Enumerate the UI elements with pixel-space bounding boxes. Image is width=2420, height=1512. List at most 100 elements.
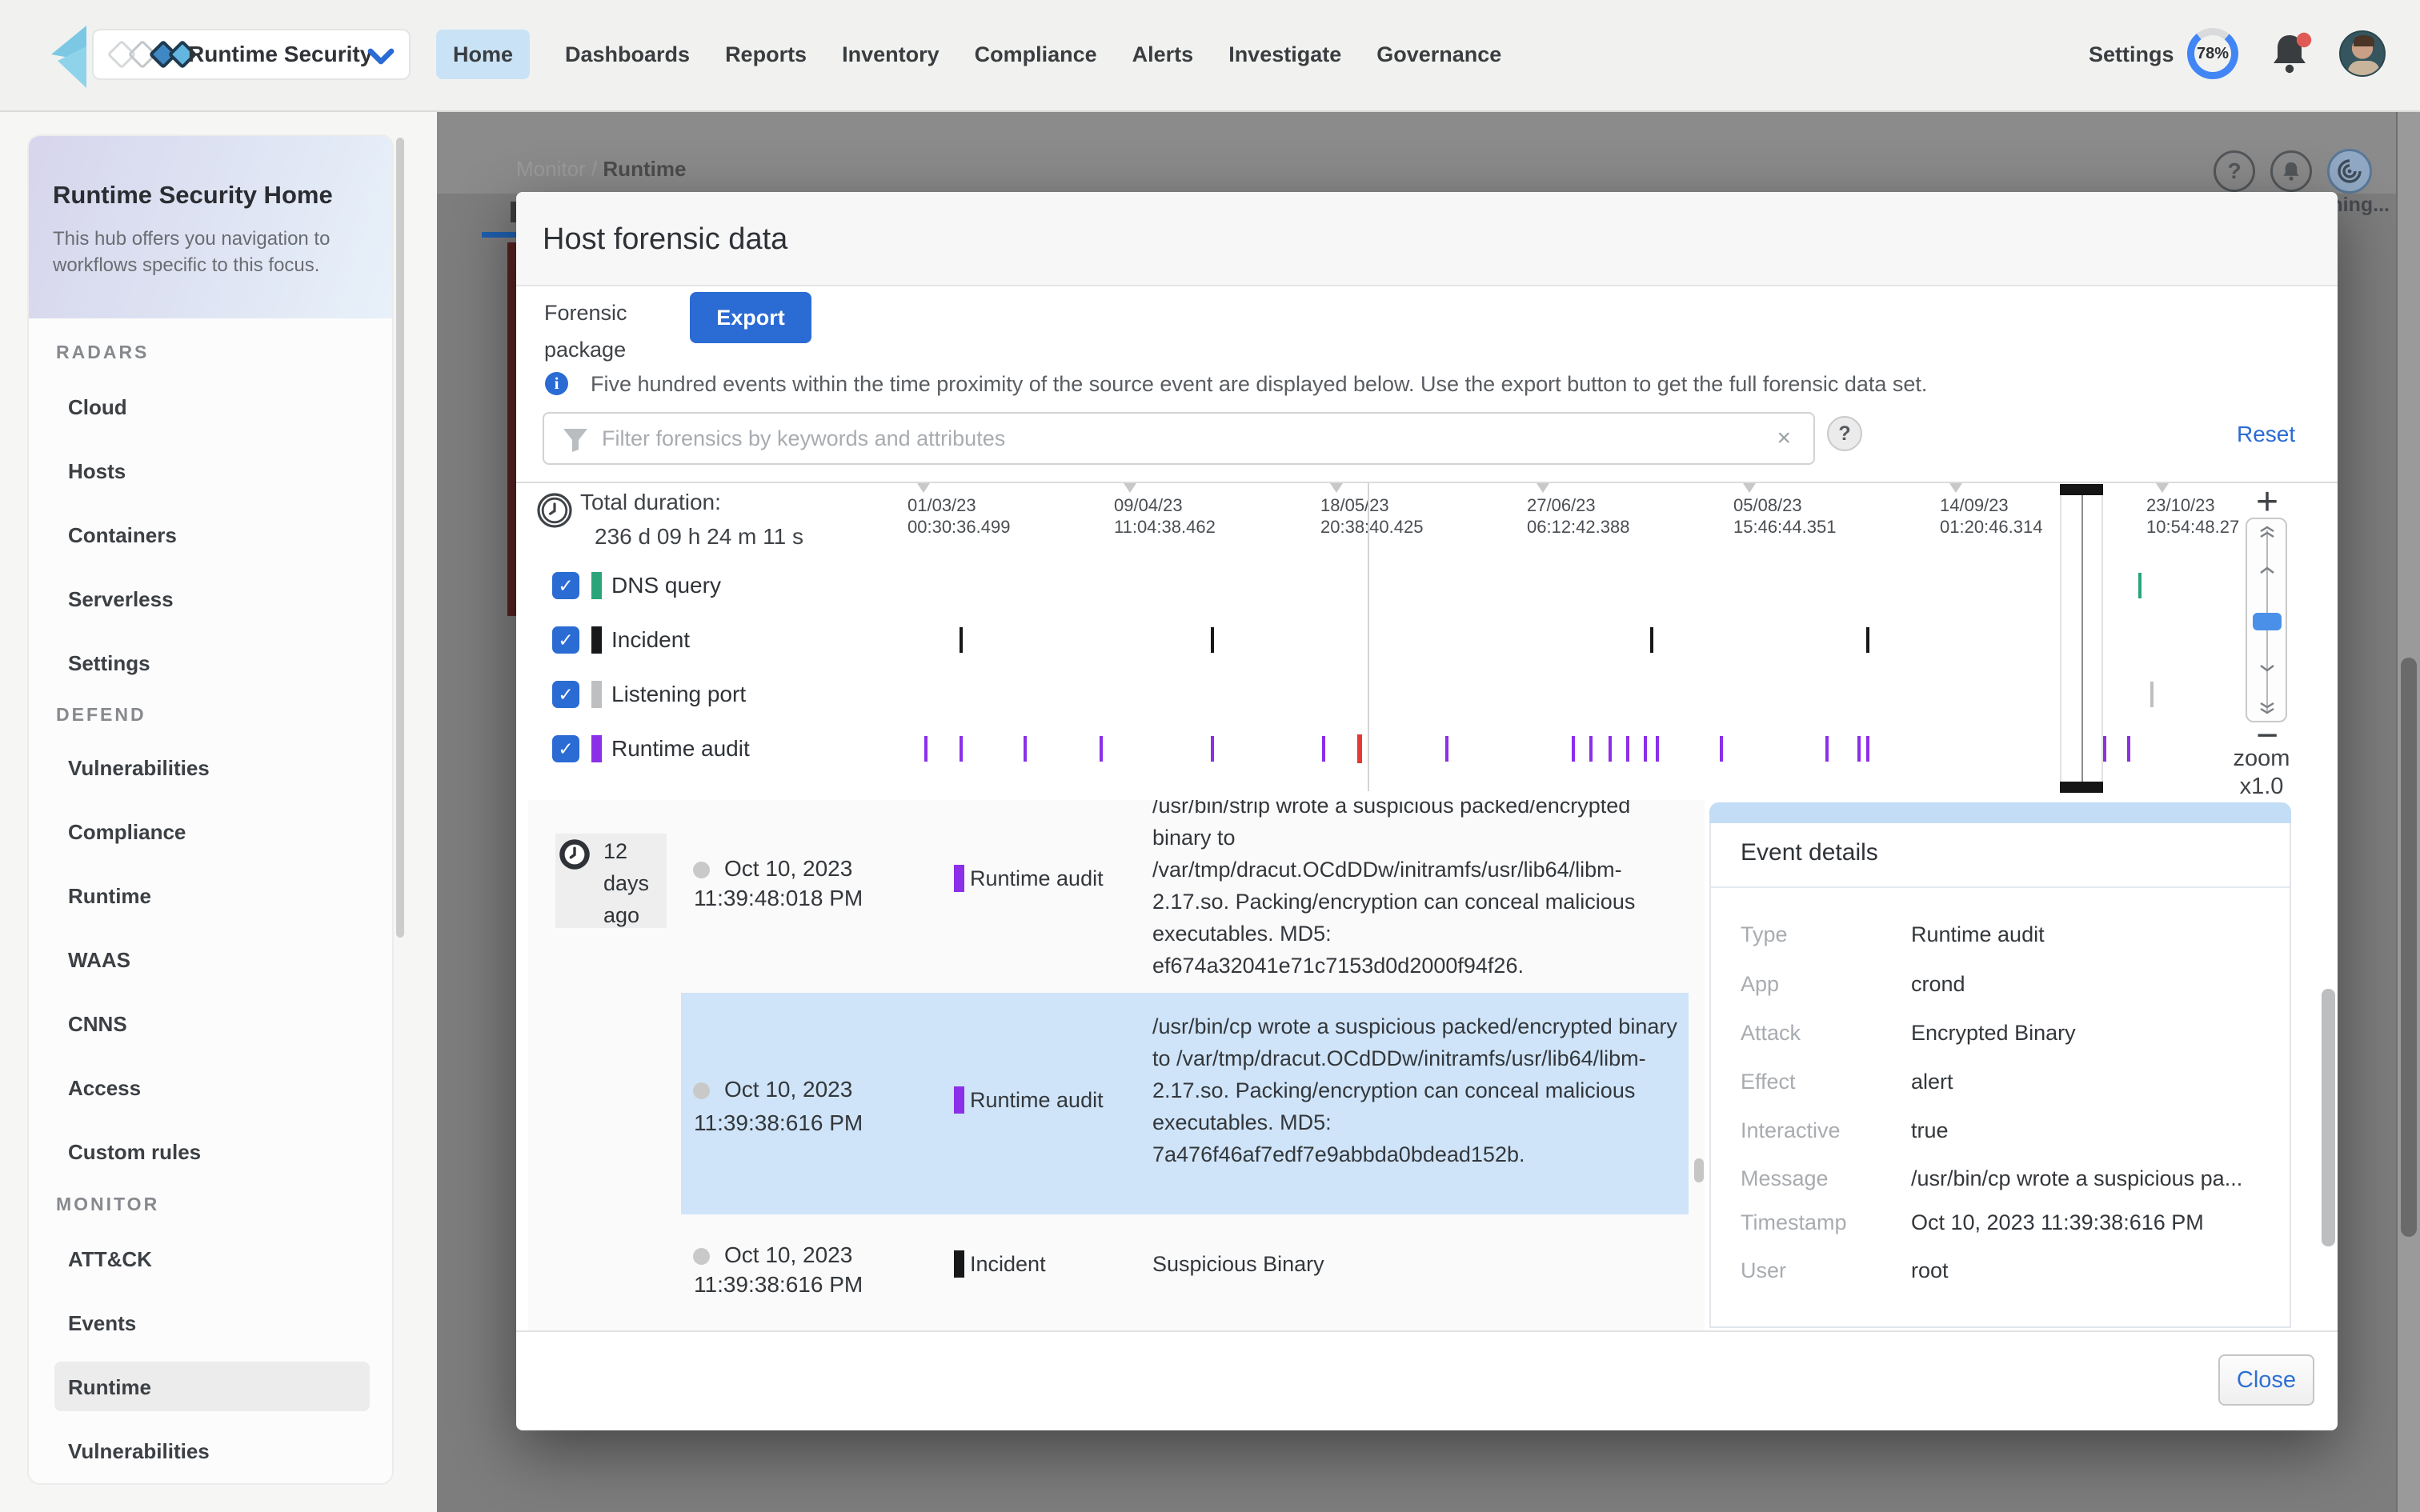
event-time: 11:39:38:616 PM bbox=[694, 1110, 863, 1136]
filter-input[interactable] bbox=[602, 417, 1738, 460]
help-icon[interactable]: ? bbox=[2214, 150, 2255, 192]
page-scrollbar-thumb[interactable] bbox=[2401, 658, 2417, 1237]
scanning-spinner-icon bbox=[2327, 149, 2372, 194]
list-scrollbar-thumb[interactable] bbox=[1694, 1158, 1704, 1182]
timeline-date-label: 18/05/2320:38:40.425 bbox=[1320, 494, 1423, 538]
timeline-event-tick bbox=[1100, 736, 1103, 762]
notifications-bell-icon[interactable] bbox=[2265, 29, 2314, 78]
nav-item-reports[interactable]: Reports bbox=[725, 30, 807, 79]
selection-handle-top[interactable] bbox=[2060, 484, 2103, 495]
sidebar-item-custom-rules[interactable]: Custom rules bbox=[68, 1140, 201, 1165]
timeline-tick-marker bbox=[1537, 483, 1549, 493]
detail-value-effect: alert bbox=[1911, 1070, 1953, 1094]
nav-item-compliance[interactable]: Compliance bbox=[975, 30, 1097, 79]
sidebar-item-events[interactable]: Events bbox=[68, 1311, 136, 1336]
sidebar-item-cnns[interactable]: CNNS bbox=[68, 1012, 127, 1037]
timeline-event-tick bbox=[1644, 736, 1647, 762]
bell-icon[interactable] bbox=[2270, 150, 2312, 192]
timeline-event-tick bbox=[1609, 736, 1612, 762]
nav-item-investigate[interactable]: Investigate bbox=[1228, 30, 1341, 79]
timeline-event-tick bbox=[1626, 736, 1629, 762]
nav-item-inventory[interactable]: Inventory bbox=[842, 30, 940, 79]
sidebar-item-vulnerabilities[interactable]: Vulnerabilities bbox=[68, 756, 210, 781]
sidebar-item-cloud[interactable]: Cloud bbox=[68, 395, 127, 420]
export-button[interactable]: Export bbox=[690, 292, 811, 343]
close-button[interactable]: Close bbox=[2218, 1354, 2314, 1406]
nav-item-alerts[interactable]: Alerts bbox=[1132, 30, 1194, 79]
modal-header: Host forensic data bbox=[516, 192, 2338, 286]
checkbox-runtime-audit[interactable]: ✓ bbox=[552, 735, 579, 762]
timeline-date-label: 09/04/2311:04:38.462 bbox=[1114, 494, 1216, 538]
nav-item-home[interactable]: Home bbox=[436, 30, 530, 79]
timeline-cursor-line bbox=[1368, 482, 1369, 791]
event-type-label: Incident bbox=[970, 1252, 1046, 1277]
sidebar-item-att-ck[interactable]: ATT&CK bbox=[68, 1247, 152, 1272]
clock-icon bbox=[558, 838, 591, 871]
event-message: Suspicious Binary bbox=[1152, 1248, 1693, 1280]
modal-scrollbar-thumb[interactable] bbox=[2322, 989, 2335, 1246]
timeline-event-tick bbox=[1589, 736, 1593, 762]
double-chevron-down-icon[interactable] bbox=[2258, 702, 2276, 711]
event-type-label: Runtime audit bbox=[970, 866, 1104, 891]
sidebar-item-containers[interactable]: Containers bbox=[68, 523, 177, 548]
detail-label-type: Type bbox=[1741, 922, 1788, 947]
sidebar-item-settings[interactable]: Settings bbox=[68, 651, 150, 676]
credits-progress-ring[interactable]: 78% bbox=[2187, 28, 2238, 79]
filter-help-icon[interactable]: ? bbox=[1827, 416, 1862, 451]
zoom-level-label: zoom bbox=[2214, 746, 2310, 772]
detail-value-type: Runtime audit bbox=[1911, 922, 2045, 947]
sidebar-section-monitor: MONITOR bbox=[56, 1194, 159, 1215]
event-message: /usr/bin/cp wrote a suspicious packed/en… bbox=[1152, 1010, 1693, 1170]
page-scrollbar[interactable] bbox=[2396, 112, 2420, 1512]
legend-swatch bbox=[591, 735, 602, 762]
sidebar-item-waas[interactable]: WAAS bbox=[68, 948, 130, 973]
checkbox-dns-query[interactable]: ✓ bbox=[552, 572, 579, 599]
sidebar-item-serverless[interactable]: Serverless bbox=[68, 587, 174, 612]
event-list[interactable]: 12daysagoOct 10, 202311:39:48:018 PMRunt… bbox=[528, 800, 1705, 1330]
selection-handle-bottom[interactable] bbox=[2060, 782, 2103, 793]
app-root: Runtime Security Home Dashboards Reports In… bbox=[0, 0, 2420, 1512]
modal-title: Host forensic data bbox=[543, 222, 787, 257]
timeline-selection-window[interactable] bbox=[2060, 484, 2103, 793]
timeline-tick-marker bbox=[1949, 483, 1962, 493]
timeline-event-tick bbox=[1572, 736, 1575, 762]
module-switcher[interactable]: Runtime Security bbox=[92, 29, 411, 80]
detail-value-attack: Encrypted Binary bbox=[1911, 1021, 2076, 1046]
forensic-package-label: Forensic package bbox=[544, 294, 648, 368]
chevron-down-icon[interactable] bbox=[2258, 663, 2276, 673]
nav-item-dashboards[interactable]: Dashboards bbox=[565, 30, 690, 79]
timeline-event-tick bbox=[2103, 736, 2106, 762]
timeline-event-tick bbox=[1211, 627, 1214, 653]
sidebar-item-runtime[interactable]: Runtime bbox=[68, 884, 151, 909]
nav-item-settings[interactable]: Settings bbox=[2089, 30, 2174, 79]
sidebar-item-access[interactable]: Access bbox=[68, 1076, 141, 1101]
timeline-tick-marker bbox=[917, 483, 930, 493]
clear-filter-icon[interactable]: × bbox=[1777, 425, 1791, 452]
double-chevron-up-icon[interactable] bbox=[2258, 526, 2276, 535]
timeline-date-label: 23/10/2310:54:48.27 bbox=[2146, 494, 2239, 538]
checkbox-incident[interactable]: ✓ bbox=[552, 626, 579, 654]
sidebar-item-vulnerabilities[interactable]: Vulnerabilities bbox=[68, 1439, 210, 1464]
sidebar-item-hosts[interactable]: Hosts bbox=[68, 459, 126, 484]
chevron-up-icon[interactable] bbox=[2258, 566, 2276, 575]
zoom-slider[interactable] bbox=[2246, 518, 2287, 722]
checkbox-listening-port[interactable]: ✓ bbox=[552, 681, 579, 708]
top-nav: Runtime Security Home Dashboards Reports In… bbox=[0, 0, 2420, 112]
timeline-event-tick bbox=[1825, 736, 1829, 762]
sidebar-scrollbar[interactable] bbox=[396, 138, 404, 938]
user-avatar[interactable] bbox=[2339, 30, 2386, 77]
sidebar-item-runtime[interactable]: Runtime bbox=[68, 1375, 151, 1400]
timeline-date-label: 05/08/2315:46:44.351 bbox=[1733, 494, 1836, 538]
sidebar-section-radars: RADARS bbox=[56, 342, 149, 363]
legend-swatch bbox=[591, 681, 602, 708]
sidebar-item-compliance[interactable]: Compliance bbox=[68, 820, 186, 845]
nav-item-governance[interactable]: Governance bbox=[1376, 30, 1501, 79]
detail-value-message: /usr/bin/cp wrote a suspicious pa... bbox=[1911, 1166, 2242, 1191]
reset-link[interactable]: Reset bbox=[2237, 422, 2295, 447]
zoom-slider-handle[interactable] bbox=[2253, 613, 2282, 630]
event-dot bbox=[693, 862, 710, 878]
sidebar-card-header: Runtime Security Home This hub offers yo… bbox=[29, 136, 392, 318]
detail-label-attack: Attack bbox=[1741, 1021, 1801, 1046]
timeline-tick-marker bbox=[1743, 483, 1756, 493]
timeline-event-tick bbox=[924, 736, 928, 762]
